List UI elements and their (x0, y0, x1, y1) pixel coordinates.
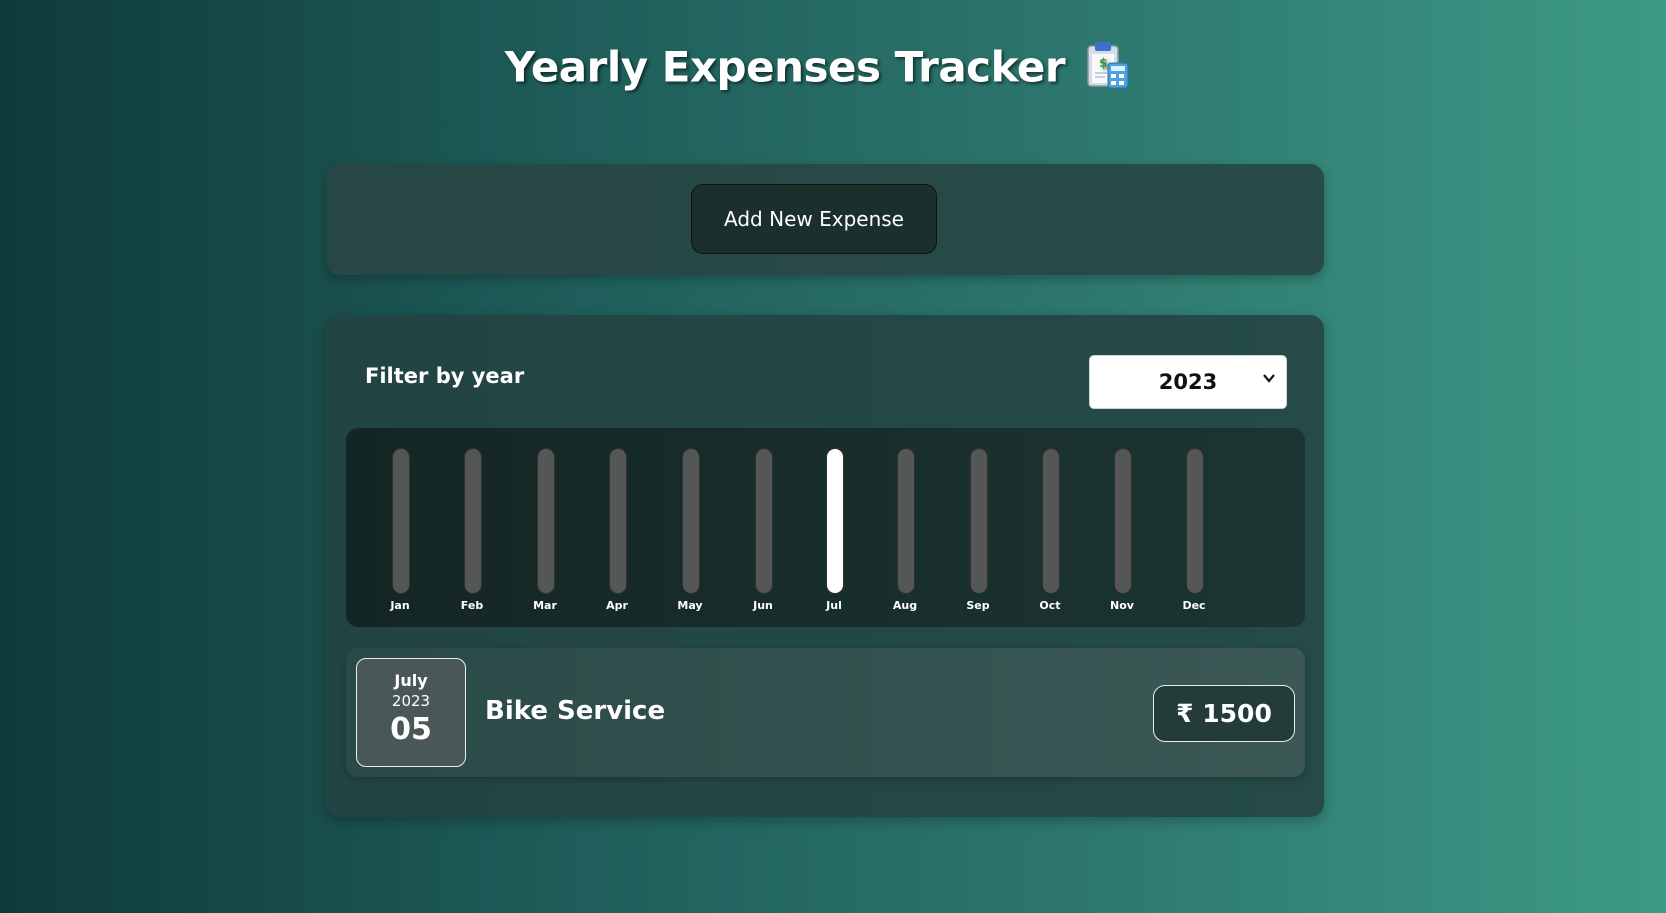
expenses-chart: Jan Feb Mar Apr May Jun Jul Aug Sep Oct Nov Dec (346, 428, 1305, 627)
bar-track-apr (609, 448, 627, 594)
bar-apr: Apr (597, 448, 637, 612)
bar-label-aug: Aug (892, 599, 918, 612)
bar-label-oct: Oct (1039, 599, 1061, 612)
filter-label: Filter by year (365, 364, 525, 388)
bar-fill-jul (827, 449, 843, 593)
expense-date-month: July (394, 671, 428, 690)
bar-track-sep (970, 448, 988, 594)
expense-date-day: 05 (390, 712, 432, 747)
bar-track-jul (826, 448, 844, 594)
expenses-card: Filter by year 2023 Jan Feb Mar Apr May Jun Ju… (326, 315, 1324, 817)
bar-track-aug (897, 448, 915, 594)
bar-track-feb (464, 448, 482, 594)
bar-label-feb: Feb (460, 599, 484, 612)
expense-item: July 2023 05 Bike Service ₹ 1500 (346, 648, 1305, 777)
bar-jul: Jul (814, 448, 854, 612)
bar-oct: Oct (1030, 448, 1070, 612)
bar-label-jun: Jun (753, 599, 773, 612)
page-title: Yearly Expenses Tracker $ (0, 40, 1636, 100)
bar-track-mar (537, 448, 555, 594)
svg-text:$: $ (1099, 56, 1107, 70)
year-select[interactable]: 2023 (1089, 355, 1287, 409)
bar-mar: Mar (525, 448, 565, 612)
add-new-expense-button[interactable]: Add New Expense (691, 184, 937, 254)
bar-label-dec: Dec (1182, 599, 1206, 612)
clipboard-calculator-icon: $ (1085, 40, 1131, 100)
page-title-text: Yearly Expenses Tracker (504, 42, 1066, 92)
bar-label-nov: Nov (1110, 599, 1134, 612)
bar-jan: Jan (380, 448, 420, 612)
expense-date-year: 2023 (391, 692, 431, 710)
bar-may: May (670, 448, 710, 612)
bar-sep: Sep (958, 448, 998, 612)
bar-label-apr: Apr (606, 599, 628, 612)
expense-title: Bike Service (485, 696, 666, 726)
bar-feb: Feb (452, 448, 492, 612)
bar-track-may (682, 448, 700, 594)
bar-jun: Jun (743, 448, 783, 612)
bar-track-jan (392, 448, 410, 594)
expense-date: July 2023 05 (356, 658, 466, 767)
expense-amount: ₹ 1500 (1153, 685, 1295, 742)
bar-track-oct (1042, 448, 1060, 594)
bar-nov: Nov (1102, 448, 1142, 612)
bar-label-jul: Jul (826, 599, 842, 612)
bar-label-jan: Jan (390, 599, 410, 612)
bar-track-nov (1114, 448, 1132, 594)
bar-track-dec (1186, 448, 1204, 594)
new-expense-card: Add New Expense (326, 164, 1324, 275)
bar-label-mar: Mar (533, 599, 557, 612)
bar-label-may: May (677, 599, 703, 612)
year-select-value: 2023 (1158, 370, 1218, 394)
bar-aug: Aug (885, 448, 925, 612)
chevron-down-icon (1262, 370, 1276, 389)
bar-track-jun (755, 448, 773, 594)
bar-label-sep: Sep (966, 599, 990, 612)
bar-dec: Dec (1174, 448, 1214, 612)
